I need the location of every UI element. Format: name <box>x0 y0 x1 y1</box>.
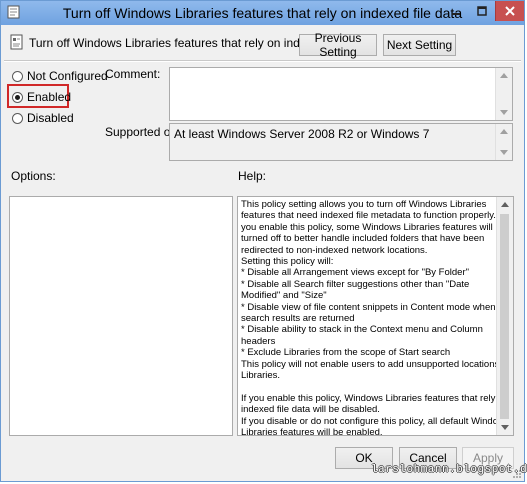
help-line: features that need indexed file metadata… <box>241 210 504 222</box>
help-line: This policy will not enable users to add… <box>241 358 510 370</box>
options-panel <box>9 196 233 436</box>
help-line: * Exclude Libraries from the scope of St… <box>241 347 451 359</box>
radio-not-configured-label: Not Configured <box>27 69 108 83</box>
radio-enabled-label: Enabled <box>27 90 72 104</box>
help-line <box>241 382 493 393</box>
help-line: Libraries features will be enabled. <box>241 427 383 436</box>
radio-not-configured[interactable]: Not Configured <box>12 69 108 83</box>
help-line: If you disable or do not configure this … <box>241 415 510 427</box>
help-scrollbar[interactable] <box>496 197 513 435</box>
supported-scrollbar[interactable] <box>495 124 512 160</box>
minimize-icon <box>452 13 460 15</box>
scroll-up-icon[interactable] <box>501 202 509 207</box>
policy-dialog-window: Turn off Windows Libraries features that… <box>0 0 525 482</box>
help-line: headers <box>241 335 276 347</box>
help-line: If you enable this policy, Windows Libra… <box>241 392 509 404</box>
scroll-up-icon[interactable] <box>500 129 508 134</box>
supported-on-field: At least Windows Server 2008 R2 or Windo… <box>169 123 513 161</box>
help-line: you enable this policy, some Windows Lib… <box>241 221 506 233</box>
help-label: Help: <box>238 169 267 183</box>
radio-disabled-circle[interactable] <box>12 112 23 124</box>
comment-scrollbar[interactable] <box>495 68 512 120</box>
radio-disabled[interactable]: Disabled <box>12 111 74 125</box>
help-line: * Disable ability to stack in the Contex… <box>241 324 483 336</box>
maximize-icon <box>477 6 487 16</box>
watermark-text: larslohmann.blogspot.dk <box>371 464 527 476</box>
help-scroll-thumb[interactable] <box>500 214 509 419</box>
radio-not-configured-circle[interactable] <box>12 70 23 82</box>
close-icon <box>505 6 515 16</box>
close-button[interactable] <box>495 1 524 21</box>
help-panel[interactable]: This policy setting allows you to turn o… <box>237 196 514 436</box>
maximize-button[interactable] <box>469 1 495 21</box>
help-line: Modified" and "Size" <box>241 290 327 302</box>
radio-enabled[interactable]: Enabled <box>12 90 71 104</box>
help-line: redirected to non-indexed network locati… <box>241 244 428 256</box>
title-bar[interactable]: Turn off Windows Libraries features that… <box>1 1 524 25</box>
radio-disabled-label: Disabled <box>27 111 74 125</box>
help-line: * Disable view of file content snippets … <box>241 301 496 313</box>
help-line: indexed file data will be disabled. <box>241 404 380 416</box>
options-label: Options: <box>11 169 56 183</box>
help-line: Setting this policy will: <box>241 256 334 268</box>
help-line: This policy setting allows you to turn o… <box>241 199 487 210</box>
next-setting-button[interactable]: Next Setting <box>383 34 456 56</box>
header-divider <box>4 60 521 62</box>
comment-textarea[interactable] <box>169 67 513 121</box>
scroll-down-icon[interactable] <box>500 110 508 115</box>
help-line: search results are returned <box>241 313 355 325</box>
radio-enabled-circle[interactable] <box>12 91 23 103</box>
scroll-down-icon[interactable] <box>500 150 508 155</box>
policy-icon <box>7 5 21 19</box>
window-title: Turn off Windows Libraries features that… <box>62 5 463 21</box>
comment-label: Comment: <box>105 67 161 81</box>
help-line: turned off to better handle included fol… <box>241 233 485 245</box>
help-text: This policy setting allows you to turn o… <box>241 199 510 436</box>
supported-on-value: At least Windows Server 2008 R2 or Windo… <box>174 127 430 141</box>
help-line: * Disable all Search filter suggestions … <box>241 278 470 290</box>
previous-setting-button[interactable]: Previous Setting <box>299 31 377 59</box>
scroll-down-icon[interactable] <box>501 425 509 430</box>
help-line: * Disable all Arrangement views except f… <box>241 267 469 279</box>
help-line: Libraries. <box>241 370 281 382</box>
setting-page-icon <box>10 34 24 50</box>
scroll-up-icon[interactable] <box>500 73 508 78</box>
minimize-button[interactable] <box>443 1 469 21</box>
